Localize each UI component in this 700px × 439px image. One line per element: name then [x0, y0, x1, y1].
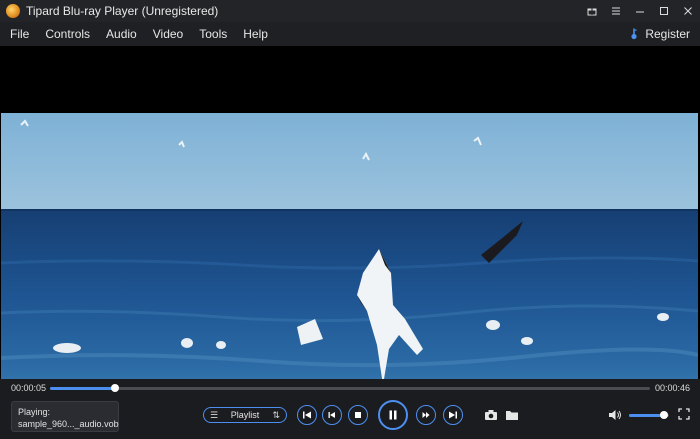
stop-button[interactable] [348, 405, 368, 425]
gift-icon[interactable] [580, 0, 604, 22]
rewind-icon [328, 412, 335, 418]
next-button[interactable] [443, 405, 463, 425]
progress-row: 00:00:05 00:00:46 [0, 379, 700, 399]
register-button[interactable]: Register [629, 27, 690, 41]
progress-handle[interactable] [111, 384, 120, 392]
volume-slider[interactable] [629, 411, 669, 419]
playlist-button[interactable]: ☰ Playlist ⇅ [203, 407, 287, 423]
close-icon[interactable] [676, 0, 700, 22]
maximize-icon[interactable] [652, 0, 676, 22]
sort-icon[interactable]: ⇅ [266, 410, 280, 421]
skip-next-icon [449, 411, 457, 419]
fast-forward-button[interactable] [416, 405, 436, 425]
volume-handle[interactable] [659, 411, 668, 419]
now-playing-label: Playing: [18, 407, 51, 417]
register-label: Register [645, 27, 690, 41]
menu-bar: File Controls Audio Video Tools Help Reg… [0, 22, 700, 46]
rewind-button[interactable] [322, 405, 342, 425]
title-bar: Tipard Blu-ray Player (Unregistered) [0, 0, 700, 22]
previous-button[interactable] [297, 405, 317, 425]
volume-icon[interactable] [608, 409, 622, 421]
menu-controls[interactable]: Controls [37, 22, 98, 46]
menu-audio[interactable]: Audio [98, 22, 145, 46]
progress-fill [50, 387, 116, 390]
fast-forward-icon [422, 412, 430, 418]
menu-tools[interactable]: Tools [191, 22, 235, 46]
volume-fill [629, 414, 664, 417]
menu-video[interactable]: Video [145, 22, 191, 46]
now-playing-box: Playing: sample_960..._audio.vob [11, 401, 119, 432]
progress-slider[interactable] [50, 384, 650, 392]
folder-icon[interactable] [505, 409, 519, 421]
total-time: 00:00:46 [654, 383, 690, 393]
menu-icon[interactable] [604, 0, 628, 22]
control-bar: Playing: sample_960..._audio.vob ☰ Playl… [0, 399, 700, 439]
app-logo-icon [6, 4, 20, 18]
minimize-icon[interactable] [628, 0, 652, 22]
fullscreen-icon[interactable] [678, 408, 690, 420]
skip-previous-icon [303, 411, 311, 419]
playlist-label: Playlist [230, 410, 260, 420]
pause-button[interactable] [378, 400, 408, 430]
menu-help[interactable]: Help [235, 22, 276, 46]
menu-file[interactable]: File [0, 22, 37, 46]
now-playing-filename: sample_960..._audio.vob [18, 419, 119, 429]
key-icon [631, 28, 637, 40]
video-frame[interactable] [1, 113, 698, 403]
window-title: Tipard Blu-ray Player (Unregistered) [26, 4, 219, 18]
list-icon: ☰ [210, 409, 219, 420]
window-controls [580, 0, 700, 22]
stop-icon [355, 412, 361, 418]
current-time: 00:00:05 [11, 383, 47, 393]
video-area[interactable] [0, 46, 700, 403]
camera-icon[interactable] [484, 409, 498, 421]
pause-icon [389, 410, 397, 420]
